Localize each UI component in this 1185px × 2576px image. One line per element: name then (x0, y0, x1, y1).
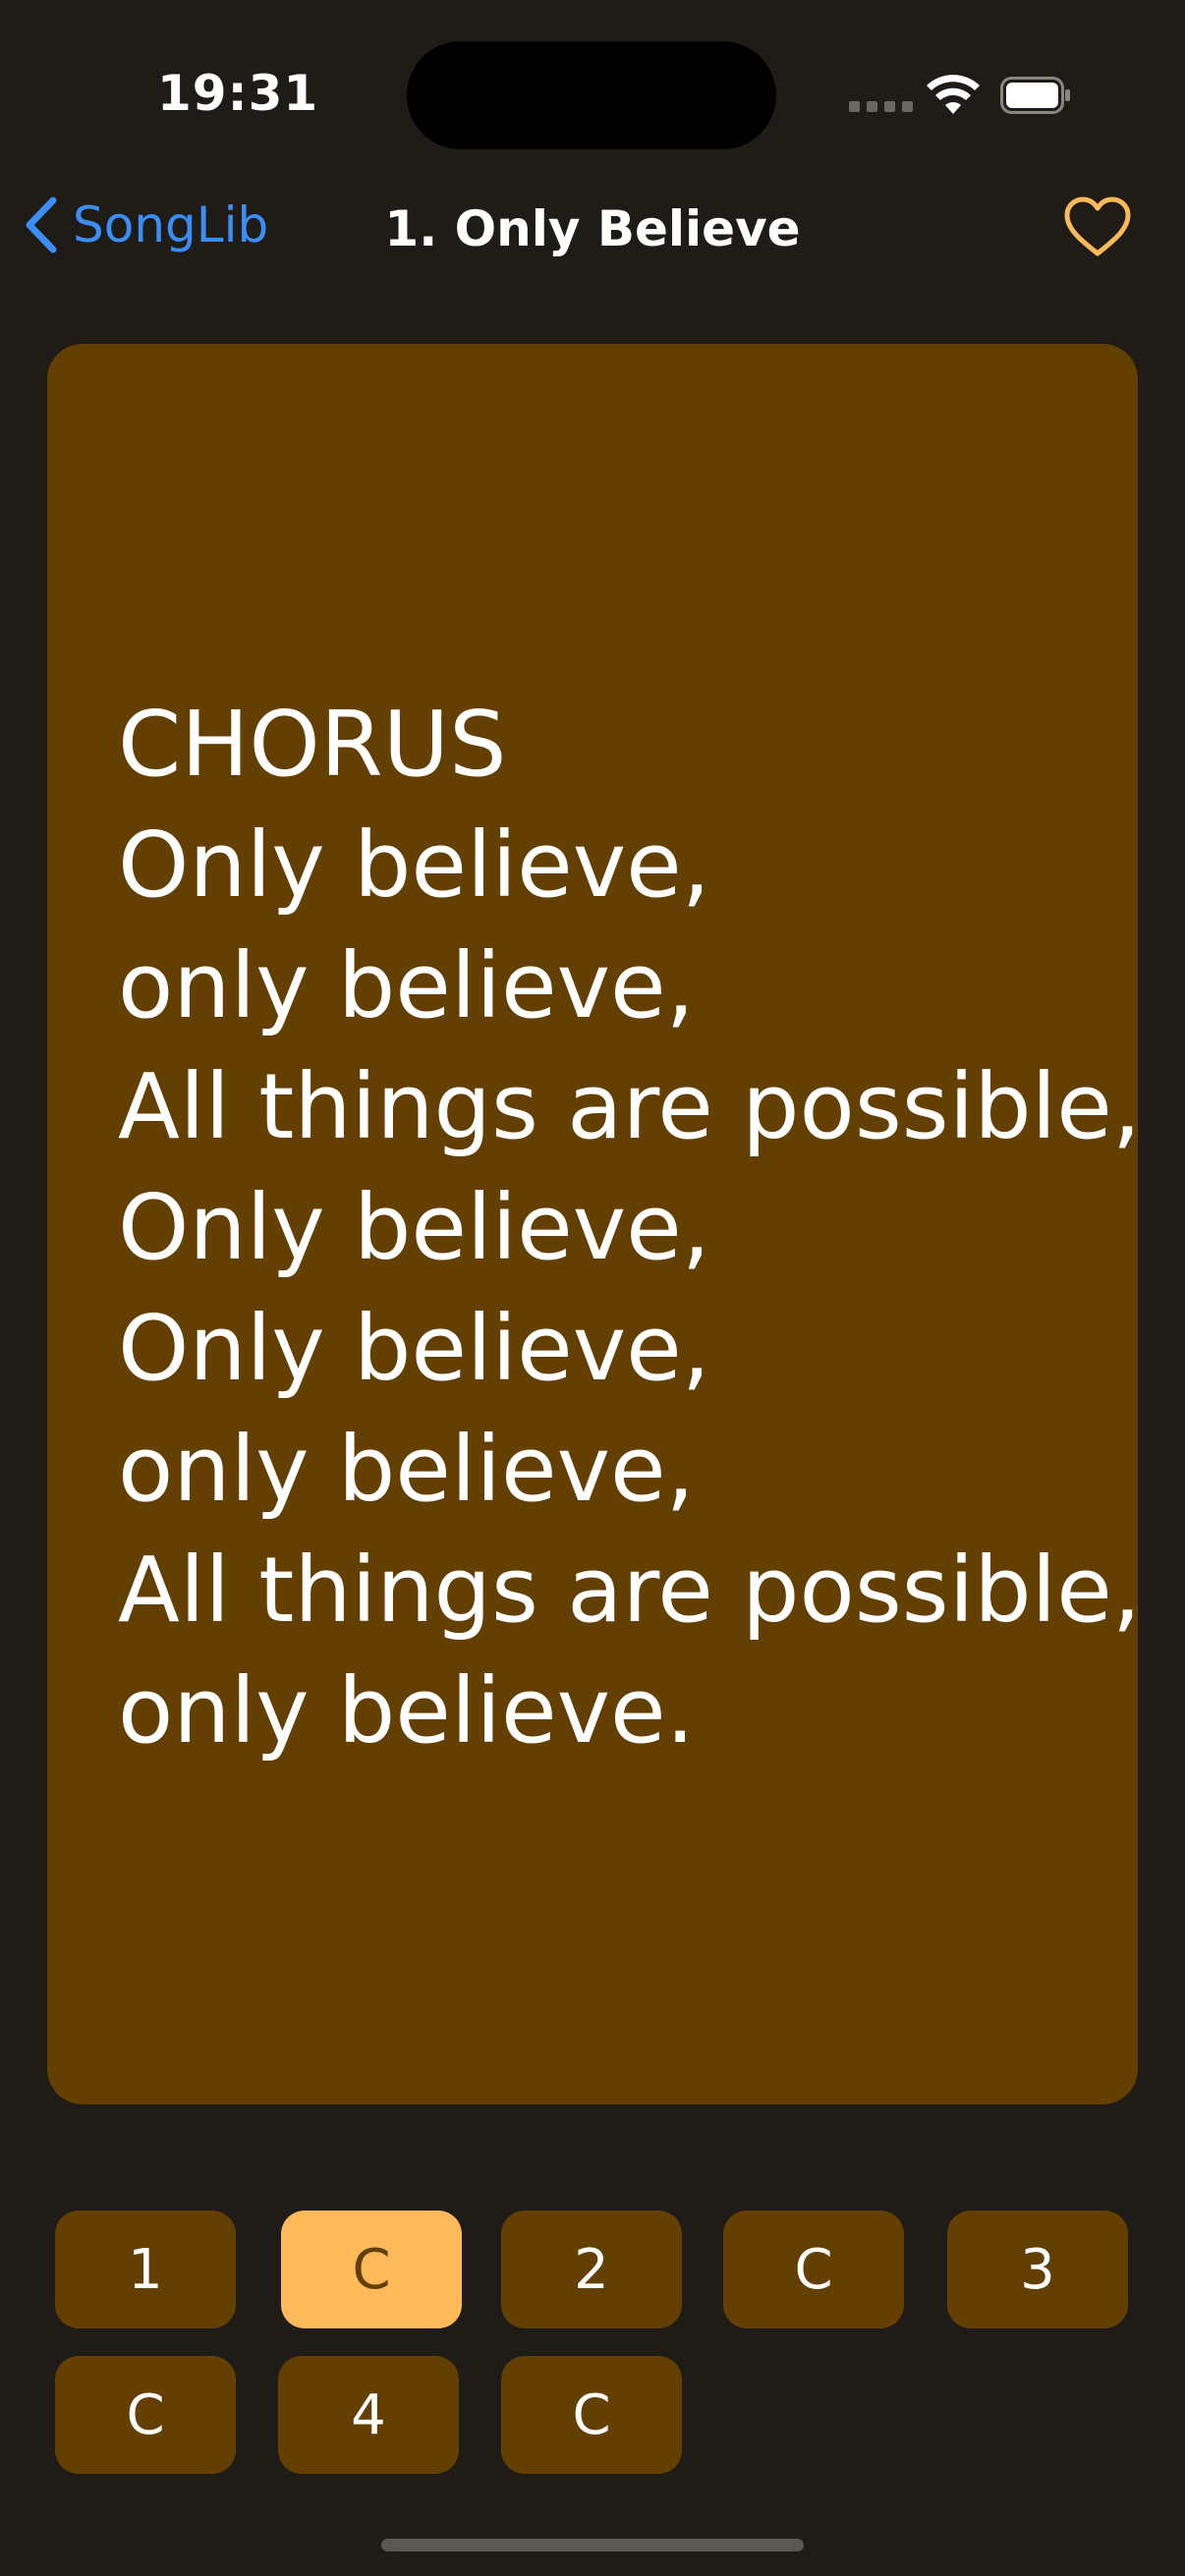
section-button-4[interactable]: 4 (278, 2356, 459, 2474)
section-button-chorus-active[interactable]: C (281, 2211, 462, 2328)
lyrics-text: CHORUS Only believe, only believe, All t… (118, 692, 1142, 1764)
song-screen: 19:31 SongLib 1. Only Believe CHORUS Onl… (0, 0, 1185, 2576)
section-button-chorus[interactable]: C (501, 2356, 682, 2474)
page-title: 1. Only Believe (384, 200, 801, 257)
home-indicator[interactable] (381, 2539, 804, 2551)
section-button-2[interactable]: 2 (501, 2211, 682, 2328)
status-time: 19:31 (157, 65, 319, 122)
dynamic-island (407, 41, 776, 149)
cellular-signal-icon (849, 101, 913, 112)
section-button-1[interactable]: 1 (55, 2211, 236, 2328)
lyrics-card: CHORUS Only believe, only believe, All t… (47, 344, 1142, 2104)
heart-icon[interactable] (1063, 196, 1132, 257)
wifi-icon (927, 75, 980, 114)
battery-icon (1000, 77, 1070, 114)
section-button-3[interactable]: 3 (947, 2211, 1128, 2328)
section-button-chorus[interactable]: C (55, 2356, 236, 2474)
section-button-chorus[interactable]: C (723, 2211, 904, 2328)
